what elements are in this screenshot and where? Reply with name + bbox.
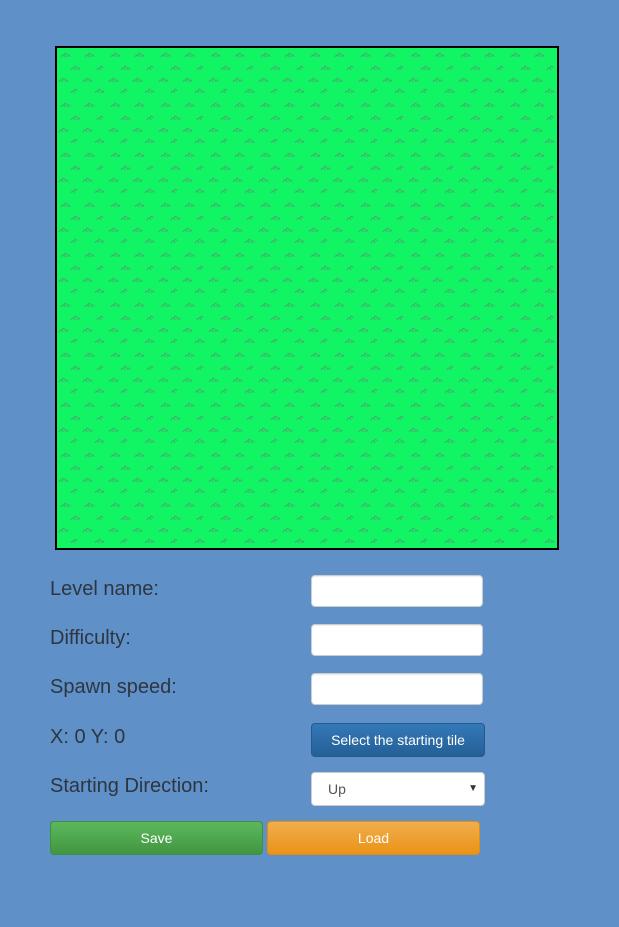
start-tile-row: X: 0 Y: 0 Select the starting tile (50, 723, 486, 757)
difficulty-row: Difficulty: (50, 624, 486, 658)
coordinates-readout: X: 0 Y: 0 (50, 726, 126, 748)
load-button[interactable]: Load (267, 821, 480, 855)
spawn-speed-input[interactable] (311, 673, 483, 705)
spawn-speed-label: Spawn speed: (50, 676, 177, 698)
grass-tile-grid (57, 48, 557, 548)
spawn-speed-row: Spawn speed: (50, 673, 486, 707)
difficulty-label: Difficulty: (50, 627, 131, 649)
starting-direction-select[interactable]: Up ▼ (311, 772, 485, 806)
level-name-row: Level name: (50, 575, 486, 609)
starting-direction-value: Up (328, 781, 346, 797)
level-name-label: Level name: (50, 578, 159, 600)
starting-direction-row: Starting Direction: Up ▼ (50, 772, 486, 806)
select-starting-tile-button[interactable]: Select the starting tile (311, 723, 485, 757)
level-editor-canvas[interactable] (55, 46, 559, 550)
starting-direction-label: Starting Direction: (50, 775, 209, 797)
difficulty-input[interactable] (311, 624, 483, 656)
level-name-input[interactable] (311, 575, 483, 607)
chevron-down-icon: ▼ (468, 783, 478, 794)
save-button[interactable]: Save (50, 821, 263, 855)
